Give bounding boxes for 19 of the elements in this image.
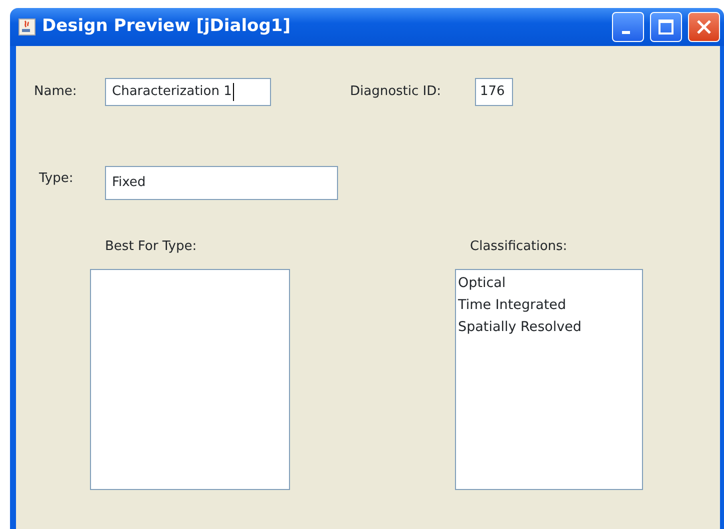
text-field[interactable]: Fixed xyxy=(105,166,338,200)
close-button[interactable] xyxy=(688,12,720,42)
list-item[interactable]: Optical xyxy=(458,272,640,294)
maximize-button[interactable] xyxy=(650,12,682,42)
list-box[interactable]: Optical Time Integrated Spatially Resolved xyxy=(455,268,643,490)
close-icon xyxy=(696,19,712,35)
minimize-icon xyxy=(622,30,630,34)
list-item[interactable]: Spatially Resolved xyxy=(458,316,640,338)
list-item[interactable]: Time Integrated xyxy=(458,294,640,316)
field-label: Name: xyxy=(34,83,78,102)
field-label: Diagnostic ID: xyxy=(350,83,442,102)
list-label: Classifications: xyxy=(470,238,568,256)
maximize-icon xyxy=(658,19,674,35)
minimize-button[interactable] xyxy=(612,12,644,42)
window-title: Design Preview [jDialog1] xyxy=(42,15,292,38)
list-label: Best For Type: xyxy=(105,238,197,256)
text-field[interactable]: 176 xyxy=(475,78,513,106)
field-label: Type: xyxy=(39,170,74,188)
text-field[interactable]: Characterization 1 xyxy=(105,78,271,106)
